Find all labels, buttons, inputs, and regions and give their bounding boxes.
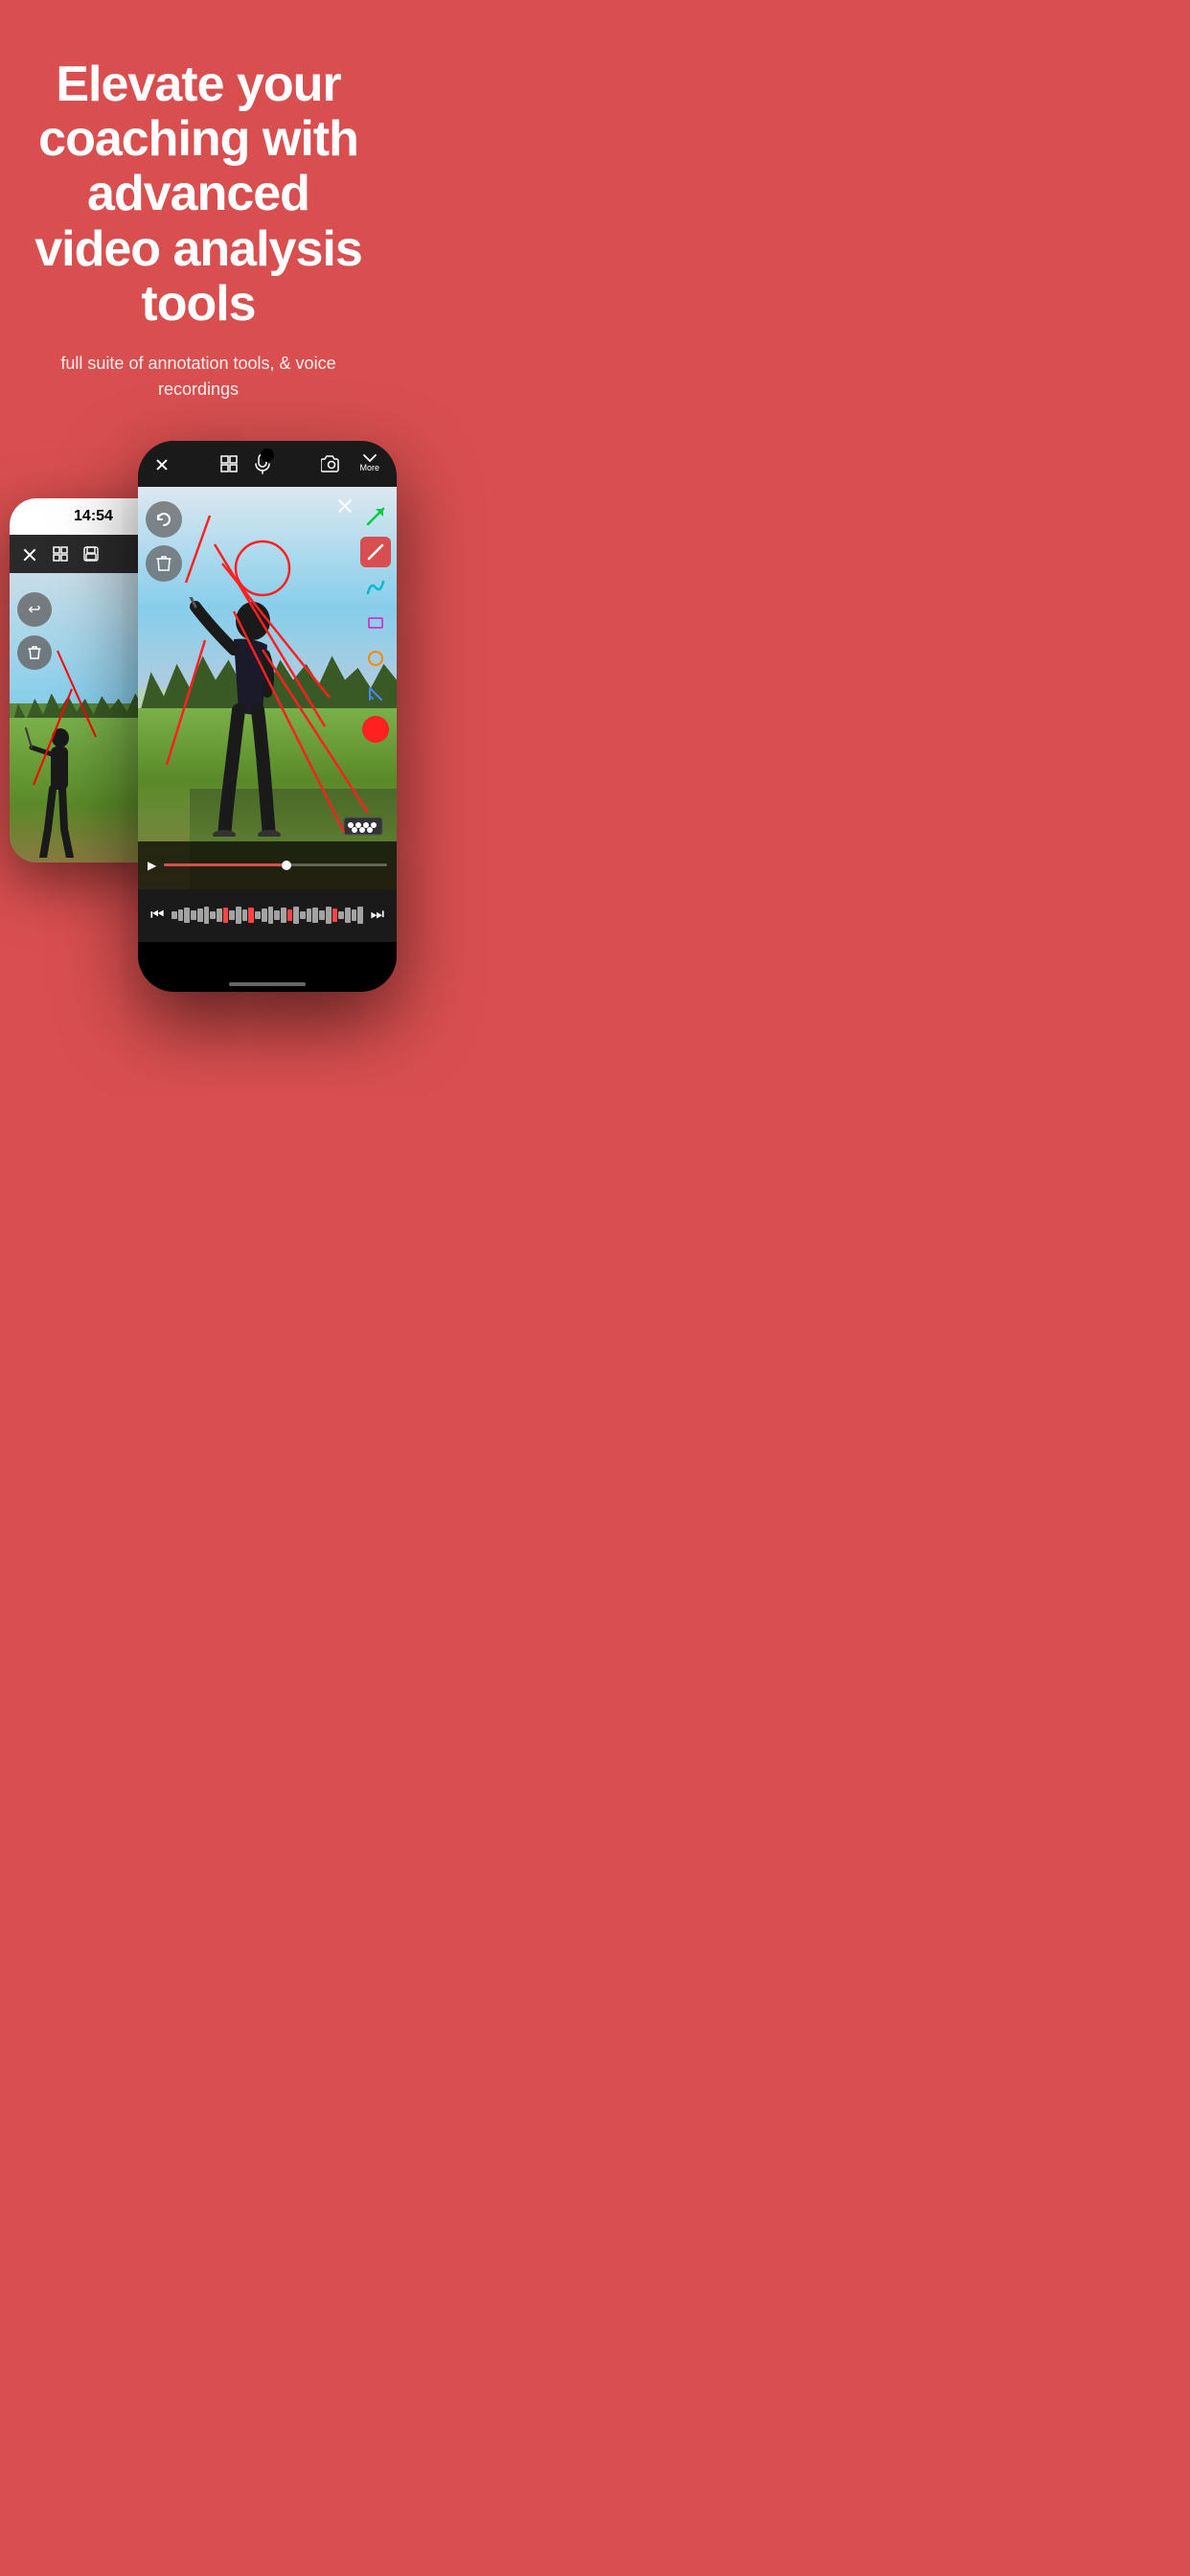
more-button-front[interactable]: More (359, 454, 379, 472)
grid-button-back[interactable] (52, 545, 69, 563)
curve-tool-button[interactable] (360, 572, 391, 603)
home-indicator (229, 982, 306, 986)
line-tool-button[interactable] (360, 537, 391, 567)
left-side-controls (146, 501, 182, 582)
camera-notch (261, 448, 274, 462)
time-display-back: 14:54 (74, 508, 113, 525)
phone-front: More (138, 441, 397, 992)
phones-container: 14:54 (0, 441, 397, 997)
transport-controls: ⏮ (146, 906, 389, 925)
circle-tool-button[interactable] (360, 643, 391, 674)
rect-tool-button[interactable] (360, 608, 391, 638)
hero-title: Elevate your coaching with advanced vide… (29, 58, 368, 332)
save-button-back[interactable] (82, 545, 100, 563)
trash-button-front[interactable] (146, 545, 182, 582)
transport-area: ⏮ (138, 889, 397, 942)
undo-button-front[interactable] (146, 501, 182, 538)
more-label-text: More (359, 463, 379, 472)
close-button-back[interactable] (21, 545, 38, 563)
grid-button-front[interactable] (220, 455, 238, 472)
hero-subtitle: full suite of annotation tools, & voice … (29, 351, 368, 402)
close-video-button[interactable] (336, 496, 354, 518)
video-area-front: ▶ (138, 487, 397, 889)
video-progress-area: ▶ (138, 841, 397, 889)
close-button-front[interactable] (155, 457, 169, 471)
next-button[interactable]: ⏭ (371, 907, 384, 924)
record-button[interactable] (362, 716, 389, 743)
arrow-tool-button[interactable] (360, 501, 391, 532)
prev-button[interactable]: ⏮ (150, 907, 164, 924)
play-button[interactable]: ▶ (148, 859, 156, 872)
progress-bar[interactable] (164, 863, 387, 866)
camera-button-front[interactable] (321, 455, 342, 472)
hero-section: Elevate your coaching with advanced vide… (0, 0, 397, 431)
waveform (172, 906, 363, 925)
right-tool-panel (360, 501, 391, 745)
angle-tool-button[interactable] (360, 678, 391, 709)
